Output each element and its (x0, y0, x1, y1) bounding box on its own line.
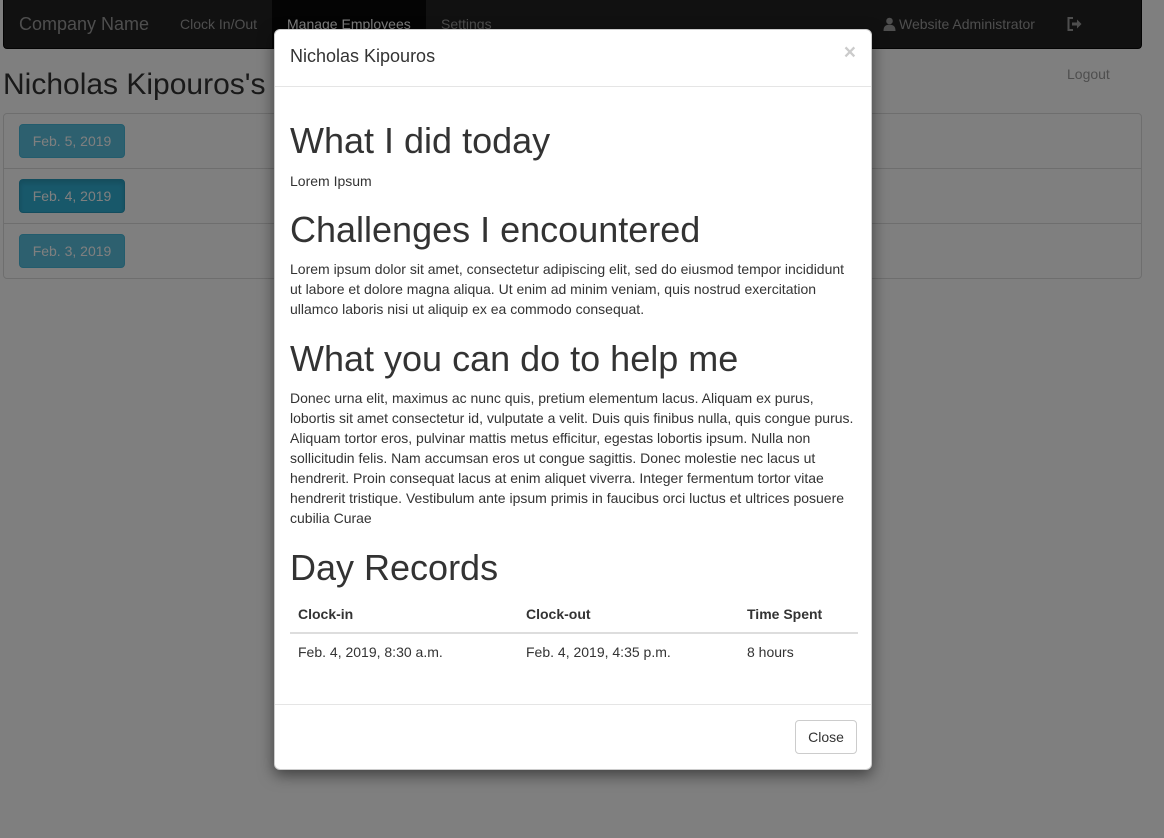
table-row: Feb. 4, 2019, 8:30 a.m. Feb. 4, 2019, 4:… (290, 633, 858, 670)
section-heading-help: What you can do to help me (290, 338, 739, 379)
close-icon[interactable]: × (844, 42, 856, 63)
section-heading-did-today: What I did today (290, 120, 551, 161)
modal-header: Nicholas Kipouros × (275, 30, 871, 87)
section-text-challenges: Lorem ipsum dolor sit amet, consectetur … (290, 261, 845, 317)
cell-clock-out: Feb. 4, 2019, 4:35 p.m. (526, 644, 671, 660)
section-text-did-today: Lorem Ipsum (290, 173, 372, 189)
section-heading-challenges: Challenges I encountered (290, 209, 701, 250)
column-header-time-spent: Time Spent (739, 596, 858, 634)
modal-title: Nicholas Kipouros (290, 46, 436, 66)
cell-clock-in: Feb. 4, 2019, 8:30 a.m. (298, 644, 443, 660)
section-text-help: Donec urna elit, maximus ac nunc quis, p… (290, 390, 854, 526)
column-header-clock-out: Clock-out (518, 596, 739, 634)
column-header-clock-in: Clock-in (290, 596, 518, 634)
day-records-table: Clock-in Clock-out Time Spent Feb. 4, 20… (290, 596, 858, 670)
employee-day-modal: Nicholas Kipouros × What I did today Lor… (274, 29, 872, 770)
close-button[interactable]: Close (795, 720, 857, 754)
section-heading-day-records: Day Records (290, 547, 499, 588)
modal-footer: Close (275, 704, 871, 769)
table-header-row: Clock-in Clock-out Time Spent (290, 596, 858, 634)
cell-time-spent: 8 hours (747, 644, 794, 660)
